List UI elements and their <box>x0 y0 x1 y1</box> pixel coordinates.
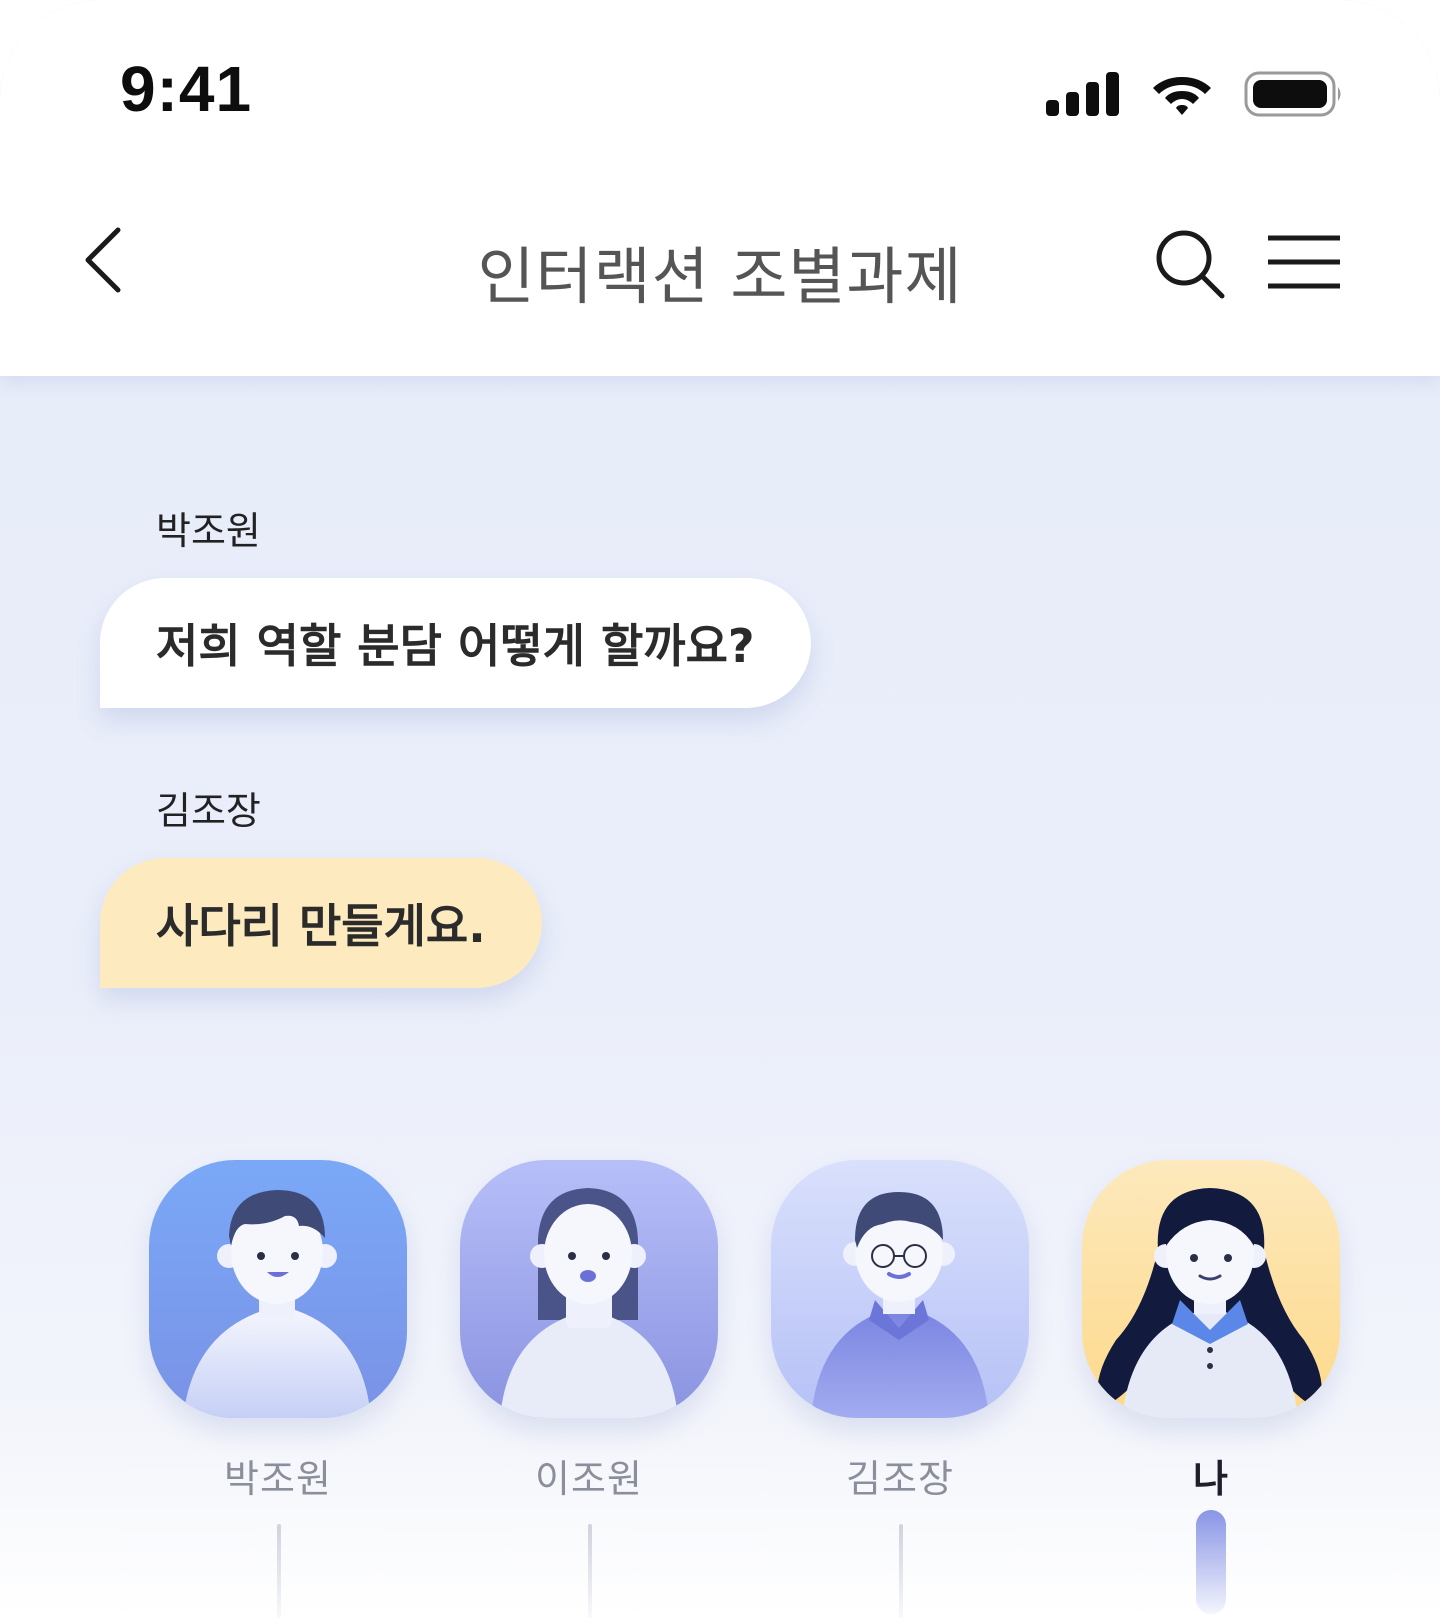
status-icons <box>1046 66 1344 122</box>
member-indicator-active <box>1196 1510 1226 1614</box>
avatar <box>149 1160 407 1418</box>
member-avatar-card[interactable] <box>771 1160 1029 1418</box>
message-text: 사다리 만들게요. <box>156 899 486 953</box>
app-screen: 9:41 인터랙션 조별과제 박조원 저희 역할 분담 어떻게 할까요? 김조장… <box>0 0 1440 1618</box>
member-name: 이조원 <box>535 1457 643 1501</box>
member-name-me: 나 <box>1193 1457 1229 1501</box>
status-time: 9:41 <box>120 53 253 125</box>
wifi-icon <box>1153 77 1211 115</box>
member-indicator <box>899 1524 903 1618</box>
message-bubble[interactable]: 저희 역할 분담 어떻게 할까요? <box>100 578 811 708</box>
battery-icon <box>1244 71 1341 117</box>
message-bubble[interactable]: 사다리 만들게요. <box>100 858 542 988</box>
search-icon[interactable] <box>1152 226 1228 302</box>
avatar <box>460 1160 718 1418</box>
message-sender: 김조장 <box>156 789 261 833</box>
member-avatar-card[interactable] <box>149 1160 407 1418</box>
message-sender: 박조원 <box>156 509 261 553</box>
member-avatar-card[interactable] <box>460 1160 718 1418</box>
member-name: 박조원 <box>224 1457 332 1501</box>
member-avatar-card-me[interactable] <box>1082 1160 1340 1418</box>
message-text: 저희 역할 분담 어떻게 할까요? <box>156 619 755 673</box>
avatar <box>771 1160 1029 1418</box>
cellular-signal-icon <box>1046 72 1119 116</box>
member-indicator <box>588 1524 592 1618</box>
menu-icon[interactable] <box>1266 232 1342 292</box>
avatar <box>1082 1160 1340 1418</box>
member-name: 김조장 <box>846 1457 954 1501</box>
top-bar: 9:41 인터랙션 조별과제 <box>0 0 1440 376</box>
member-indicator <box>277 1524 281 1618</box>
